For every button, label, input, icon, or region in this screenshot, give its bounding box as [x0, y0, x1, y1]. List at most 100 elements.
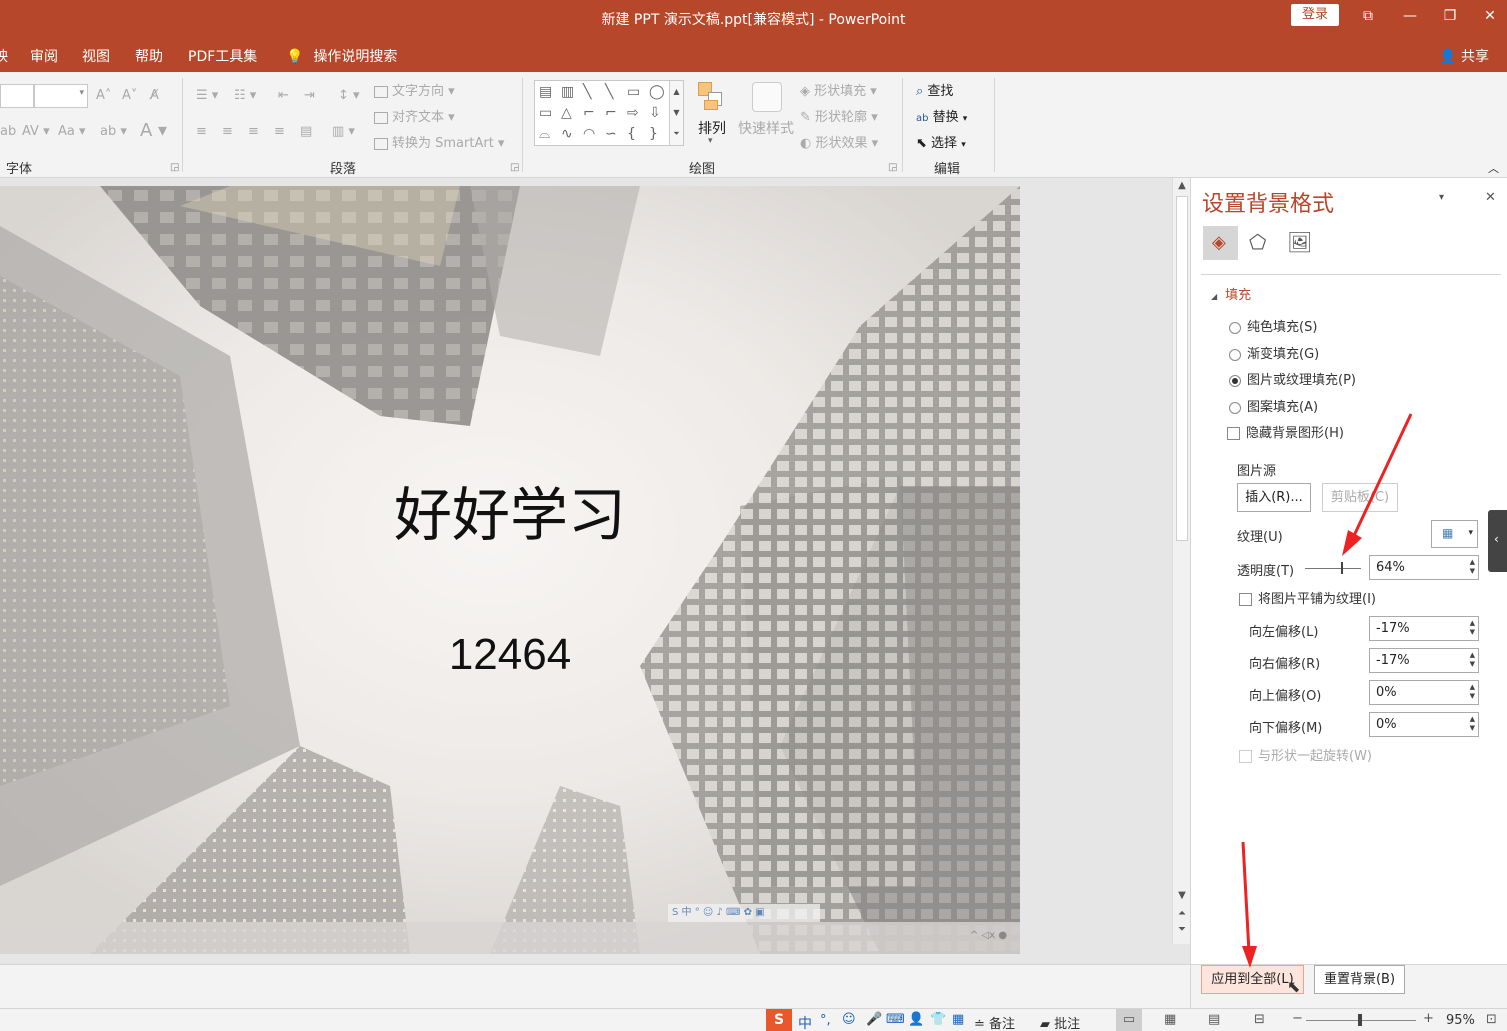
- arc-shape-icon[interactable]: ◠: [583, 126, 595, 142]
- scroll-up-icon[interactable]: ▲: [1173, 180, 1191, 191]
- transparency-input[interactable]: 64% ▲ ▼: [1369, 555, 1479, 580]
- texture-dropdown[interactable]: ▦ ▾: [1431, 520, 1478, 548]
- highlight-icon[interactable]: ab ▾: [100, 124, 127, 139]
- maximize-icon[interactable]: ❐: [1438, 6, 1462, 26]
- tab-pdf-tools[interactable]: PDF工具集: [188, 46, 257, 66]
- shrink-font-icon[interactable]: A˅: [122, 88, 137, 103]
- shape-outline-button[interactable]: ✎ 形状轮廓 ▾: [800, 106, 878, 125]
- login-button[interactable]: 登录: [1291, 4, 1339, 26]
- comments-button[interactable]: ▰ 批注: [1040, 1013, 1080, 1031]
- textbox-shape-icon[interactable]: ▤: [539, 84, 552, 100]
- align-center-icon[interactable]: ≡: [222, 124, 233, 139]
- spinner-arrows-icon[interactable]: ▲ ▼: [1470, 715, 1475, 733]
- pattern-fill-option[interactable]: 图案填充(A): [1229, 396, 1318, 415]
- slide-canvas[interactable]: 好好学习 12464 S 中 ° ☺ ♪ ⌨ ✿ ▣ ^ ◁x ●: [0, 186, 1020, 954]
- effects-tab-icon[interactable]: ⬠: [1249, 230, 1266, 254]
- shapes-gallery[interactable]: ▤ ▥ ╲ ╲ ▭ ◯ ▭ △ ⌐ ⌐ ⇨ ⇩ ⌓ ∿ ◠ ∽ { } ▲ ▼ ⏷: [534, 80, 684, 146]
- distributed-icon[interactable]: ▤: [300, 124, 312, 139]
- spinner-arrows-icon[interactable]: ▲ ▼: [1470, 683, 1475, 701]
- strike-icon[interactable]: ab: [0, 124, 16, 139]
- fit-slide-icon[interactable]: ⊡: [1486, 1012, 1497, 1027]
- reset-background-button[interactable]: 重置背景(B): [1314, 965, 1405, 994]
- slideshow-view-icon[interactable]: ⊟: [1254, 1012, 1265, 1027]
- triangle-shape-icon[interactable]: △: [561, 105, 572, 121]
- ime-mode[interactable]: 中: [798, 1013, 812, 1031]
- paragraph-launcher-icon[interactable]: ◲: [510, 162, 519, 173]
- elbow-shape-icon[interactable]: ⌐: [583, 105, 595, 121]
- scroll-down-icon[interactable]: ▼: [1173, 890, 1191, 901]
- keyboard-icon[interactable]: ⌨: [886, 1012, 905, 1027]
- tab-view[interactable]: 视图: [82, 46, 110, 66]
- curve-shape-icon[interactable]: ∽: [605, 126, 617, 142]
- slide-subtitle[interactable]: 12464: [0, 630, 1020, 680]
- tell-me-search[interactable]: 💡 操作说明搜索: [286, 46, 397, 66]
- spinner-arrows-icon[interactable]: ▲ ▼: [1470, 619, 1475, 637]
- slide-scrollbar[interactable]: ▲ ▼ ⏶ ⏷: [1172, 178, 1190, 944]
- freeform-shape-icon[interactable]: ⌓: [539, 126, 550, 142]
- replace-button[interactable]: ab 替换 ▾: [916, 106, 967, 125]
- tab-review[interactable]: 审阅: [30, 46, 58, 66]
- clipboard-button[interactable]: 剪贴板(C): [1322, 483, 1398, 512]
- offset-right-input[interactable]: -17% ▲ ▼: [1369, 648, 1479, 673]
- numbering-icon[interactable]: ☷ ▾: [234, 88, 256, 103]
- punctuation-icon[interactable]: °,: [820, 1013, 831, 1028]
- spinner-arrows-icon[interactable]: ▲ ▼: [1470, 558, 1475, 576]
- solid-fill-radio[interactable]: [1229, 321, 1241, 334]
- voice-icon[interactable]: 🎤: [866, 1012, 882, 1027]
- close-icon[interactable]: ✕: [1478, 6, 1502, 26]
- gradient-fill-option[interactable]: 渐变填充(G): [1229, 343, 1319, 362]
- transparency-slider[interactable]: [1305, 562, 1361, 574]
- font-size-box[interactable]: ▾: [34, 84, 88, 108]
- fill-tab[interactable]: ◈: [1203, 226, 1238, 260]
- elbow-arrow-shape-icon[interactable]: ⌐: [605, 105, 617, 121]
- collapse-ribbon-icon[interactable]: ︿: [1488, 160, 1499, 176]
- increase-indent-icon[interactable]: ⇥: [304, 88, 315, 103]
- skin-icon[interactable]: 👕: [930, 1012, 946, 1027]
- shape-fill-button[interactable]: ◈ 形状填充 ▾: [800, 80, 877, 99]
- hide-bg-graphics-checkbox[interactable]: [1227, 427, 1240, 440]
- emoji-icon[interactable]: ☺: [842, 1012, 856, 1027]
- tile-picture-option[interactable]: 将图片平铺为纹理(I): [1239, 588, 1376, 607]
- ribbon-display-icon[interactable]: ⧉: [1356, 6, 1380, 26]
- quick-styles-button[interactable]: 快速样式: [738, 118, 794, 138]
- line-spacing-icon[interactable]: ↕ ▾: [338, 88, 360, 103]
- scribble-shape-icon[interactable]: ∿: [561, 126, 573, 142]
- pane-close-icon[interactable]: ✕: [1485, 190, 1496, 205]
- reading-view-icon[interactable]: ▤: [1208, 1012, 1220, 1027]
- rotate-with-shape-option[interactable]: 与形状一起旋转(W): [1239, 745, 1372, 764]
- rotate-with-shape-checkbox[interactable]: [1239, 750, 1252, 763]
- right-brace-shape-icon[interactable]: }: [649, 126, 658, 142]
- share-button[interactable]: 👤 共享: [1439, 46, 1489, 66]
- transparency-slider-knob[interactable]: [1340, 562, 1343, 574]
- justify-icon[interactable]: ≡: [274, 124, 285, 139]
- select-button[interactable]: ⬉ 选择 ▾: [916, 132, 966, 151]
- toolbox-icon[interactable]: ▦: [952, 1012, 964, 1027]
- offset-top-input[interactable]: 0% ▲ ▼: [1369, 680, 1479, 705]
- font-color-icon[interactable]: A ▾: [140, 120, 167, 141]
- rectangle-shape-icon[interactable]: ▭: [627, 84, 640, 100]
- previous-slide-icon[interactable]: ⏶: [1173, 908, 1191, 919]
- slide-sorter-icon[interactable]: ▦: [1164, 1012, 1176, 1027]
- insert-picture-button[interactable]: 插入(R)...: [1237, 483, 1311, 512]
- font-launcher-icon[interactable]: ◲: [170, 162, 179, 173]
- clear-format-icon[interactable]: A̸: [150, 88, 159, 103]
- line-shape-icon[interactable]: ╲: [583, 84, 591, 100]
- shape-effects-button[interactable]: ◐ 形状效果 ▾: [800, 132, 878, 151]
- hide-bg-graphics-option[interactable]: 隐藏背景图形(H): [1227, 422, 1344, 441]
- columns-icon[interactable]: ▥ ▾: [332, 124, 355, 139]
- picture-tab-icon[interactable]: 🖼: [1287, 230, 1312, 254]
- font-name-box[interactable]: [0, 84, 34, 108]
- fill-section-toggle[interactable]: ◢ 填充: [1211, 284, 1251, 303]
- gallery-scroll[interactable]: ▲ ▼ ⏷: [669, 81, 683, 145]
- left-brace-shape-icon[interactable]: {: [627, 126, 636, 142]
- solid-fill-option[interactable]: 纯色填充(S): [1229, 316, 1317, 335]
- pattern-fill-radio[interactable]: [1229, 401, 1241, 414]
- minimize-icon[interactable]: —: [1398, 6, 1422, 26]
- tab-slideshow[interactable]: 映: [0, 46, 8, 66]
- convert-smartart-button[interactable]: 转换为 SmartArt ▾: [374, 132, 504, 151]
- vertical-textbox-shape-icon[interactable]: ▥: [561, 84, 574, 100]
- rect2-shape-icon[interactable]: ▭: [539, 105, 552, 121]
- zoom-level[interactable]: 95%: [1446, 1013, 1475, 1028]
- offset-bottom-input[interactable]: 0% ▲ ▼: [1369, 712, 1479, 737]
- align-right-icon[interactable]: ≡: [248, 124, 259, 139]
